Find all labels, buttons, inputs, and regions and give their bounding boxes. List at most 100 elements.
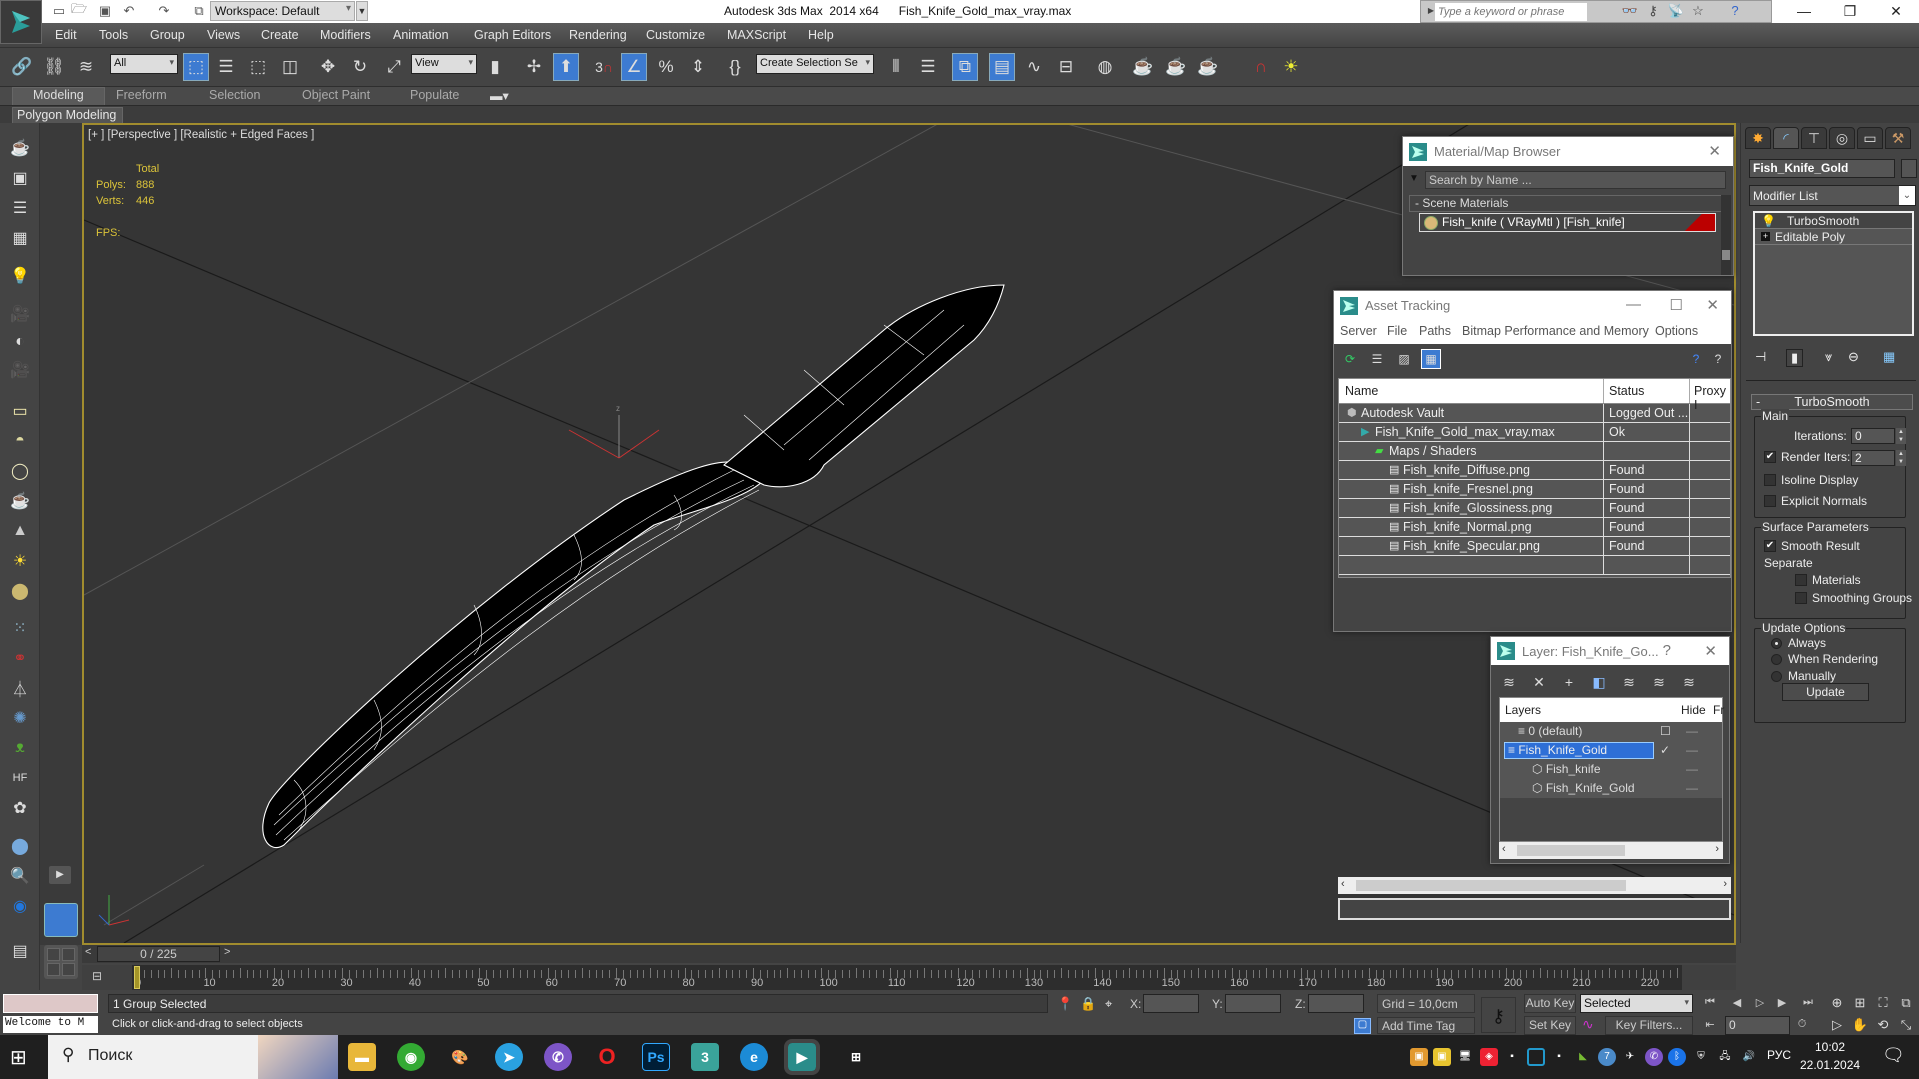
- grass-icon[interactable]: ᴥ: [6, 735, 34, 761]
- menu-animation[interactable]: Animation: [393, 25, 449, 42]
- asset-path-field[interactable]: [1338, 898, 1731, 920]
- blob-icon[interactable]: ✺: [6, 705, 34, 731]
- delete-layer-icon[interactable]: ✕: [1529, 672, 1549, 692]
- z-coordinate-field[interactable]: [1308, 994, 1364, 1013]
- wire-teapot-icon[interactable]: ☕: [6, 488, 34, 514]
- map-search-icon[interactable]: 🔍: [6, 863, 34, 889]
- display-tab-icon[interactable]: ▭: [1857, 127, 1883, 149]
- modify-tab-icon[interactable]: ◜: [1773, 127, 1799, 149]
- spinner-arrows-icon[interactable]: ▲ ▼: [1896, 450, 1906, 466]
- network-monitor-icon[interactable]: 🖥: [1456, 1048, 1474, 1066]
- pan-hand-icon[interactable]: ✋: [1849, 1017, 1871, 1035]
- asset-row[interactable]: ▤ Fish_knife_Diffuse.png Found: [1339, 461, 1730, 480]
- close-icon[interactable]: ✕: [1706, 296, 1719, 314]
- stack-item-editable-poly[interactable]: + Editable Poly: [1755, 229, 1912, 245]
- at-menu-paths[interactable]: Paths: [1419, 324, 1451, 338]
- isolate-selection-icon[interactable]: 📍: [1057, 996, 1073, 1012]
- menu-help[interactable]: Help: [808, 25, 834, 42]
- x-coordinate-field[interactable]: [1143, 994, 1199, 1013]
- expand-plus-icon[interactable]: +: [1761, 232, 1770, 241]
- particle-grid-icon[interactable]: ⁙: [6, 615, 34, 641]
- refresh-icon[interactable]: ⟳: [1340, 349, 1360, 369]
- tray-red-icon[interactable]: ◈: [1480, 1048, 1498, 1066]
- close-icon[interactable]: ✕: [1704, 642, 1717, 660]
- molecule-icon[interactable]: ⚭: [6, 645, 34, 671]
- maximize-viewport-icon[interactable]: ⤡: [1895, 1017, 1917, 1035]
- mirror-icon[interactable]: ⫴: [883, 53, 909, 81]
- vray-sun-icon[interactable]: ☀: [1278, 53, 1304, 81]
- next-frame-icon[interactable]: ▶: [1772, 996, 1792, 1013]
- scroll-right-icon[interactable]: ›: [1715, 843, 1719, 855]
- update-manually-radio[interactable]: [1771, 671, 1782, 682]
- security-icon[interactable]: ⛨: [1692, 1048, 1710, 1066]
- key-icon[interactable]: ⚷: [1644, 3, 1662, 21]
- select-layer-icon[interactable]: ≋: [1619, 672, 1639, 692]
- tab-object-paint[interactable]: Object Paint: [296, 87, 376, 105]
- column-layers[interactable]: Layers: [1505, 703, 1541, 717]
- blue-sphere-select-icon[interactable]: ◉: [6, 893, 34, 919]
- remove-modifier-icon[interactable]: ⊖: [1848, 349, 1859, 365]
- language-indicator[interactable]: РУС: [1767, 1048, 1791, 1062]
- widget-icon[interactable]: ⊞: [842, 1043, 870, 1071]
- window-crossing-icon[interactable]: ◫: [277, 53, 303, 81]
- align-icon[interactable]: ☰: [915, 53, 941, 81]
- stack-item-turbosmooth[interactable]: 💡 TurboSmooth: [1755, 213, 1912, 229]
- render-setup-icon[interactable]: ☕: [1130, 53, 1156, 81]
- explicit-normals-checkbox[interactable]: [1764, 495, 1776, 507]
- goto-end-icon[interactable]: ⏭: [1798, 996, 1818, 1013]
- viewport-layout-single[interactable]: [44, 903, 78, 937]
- knife-mesh[interactable]: [262, 284, 1005, 848]
- selection-filter-dropdown[interactable]: All ▾: [110, 54, 178, 74]
- show-end-result-icon[interactable]: ▮: [1786, 349, 1804, 367]
- list-view-icon[interactable]: ☰: [1367, 349, 1387, 369]
- minimize-button[interactable]: —: [1781, 0, 1827, 23]
- asset-row[interactable]: ▤ Fish_knife_Fresnel.png Found: [1339, 480, 1730, 499]
- help-icon[interactable]: ?: [1726, 3, 1744, 21]
- rotate-icon[interactable]: ↻: [347, 53, 373, 81]
- time-configuration-icon[interactable]: ⏱: [1792, 1018, 1812, 1035]
- isoline-display-checkbox[interactable]: [1764, 474, 1776, 486]
- rectangular-selection-icon[interactable]: ⬚: [245, 53, 271, 81]
- help-icon[interactable]: ?: [1663, 642, 1671, 659]
- move-icon[interactable]: ✥: [315, 53, 341, 81]
- unlink-icon[interactable]: ⛓: [41, 53, 67, 81]
- timeline-ruler[interactable]: 0102030405060708090100110120130140150160…: [132, 965, 1682, 990]
- key-filters-button[interactable]: Key Filters...: [1605, 1016, 1693, 1035]
- chrome-icon[interactable]: ◉: [397, 1043, 425, 1071]
- render-production-icon[interactable]: ☕: [1195, 53, 1221, 81]
- sphere-icon[interactable]: ⬤: [6, 578, 34, 604]
- manipulate-icon[interactable]: ✢: [521, 53, 547, 81]
- menu-modifiers[interactable]: Modifiers: [320, 25, 371, 42]
- column-freeze[interactable]: Fr: [1713, 703, 1724, 717]
- menu-views[interactable]: Views: [207, 25, 240, 42]
- select-objects-icon[interactable]: ◧: [1589, 672, 1609, 692]
- project-folder-icon[interactable]: ⧉: [190, 2, 208, 20]
- vault-help-icon[interactable]: ?: [1686, 349, 1706, 369]
- material-search-input[interactable]: Search by Name ...: [1425, 171, 1726, 189]
- object-name-field[interactable]: Fish_Knife_Gold: [1749, 159, 1895, 178]
- orbit-icon[interactable]: ⟲: [1872, 1017, 1894, 1035]
- named-selection-dropdown[interactable]: Create Selection Se ▾: [756, 54, 874, 74]
- angle-snap-icon[interactable]: ∠: [621, 53, 647, 81]
- star-icon[interactable]: ☆: [1689, 3, 1707, 21]
- link-icon[interactable]: 🔗: [9, 53, 35, 81]
- script-icon[interactable]: ▤: [6, 938, 34, 964]
- scene-materials-group[interactable]: - Scene Materials: [1409, 195, 1727, 212]
- scroll-left-icon[interactable]: ‹: [1502, 843, 1506, 855]
- layer-row[interactable]: ≡ 0 (default) ☐ —: [1500, 722, 1722, 741]
- 3ds-max-active-icon[interactable]: ▶: [784, 1039, 820, 1075]
- material-browser-scrollbar[interactable]: [1721, 195, 1731, 275]
- tray-app-icon[interactable]: ▪: [1550, 1048, 1568, 1066]
- maxscript-output[interactable]: Welcome to M: [3, 1016, 98, 1033]
- render-iters-spinner[interactable]: 2: [1851, 450, 1895, 466]
- next-frame-arrow-icon[interactable]: >: [224, 946, 230, 958]
- pin-stack-icon[interactable]: ⊣: [1755, 349, 1766, 365]
- layer-manager-icon[interactable]: ⧉: [952, 53, 978, 81]
- sun-icon[interactable]: ☀: [6, 548, 34, 574]
- paint-icon[interactable]: 🎨: [446, 1043, 474, 1071]
- schematic-view-icon[interactable]: ⊟: [1053, 53, 1079, 81]
- airplane-icon[interactable]: ✈: [1621, 1048, 1639, 1066]
- cone-icon[interactable]: ▲: [6, 518, 34, 544]
- select-object-icon[interactable]: ⬚: [183, 53, 209, 81]
- binoculars-icon[interactable]: 👓: [1621, 3, 1639, 21]
